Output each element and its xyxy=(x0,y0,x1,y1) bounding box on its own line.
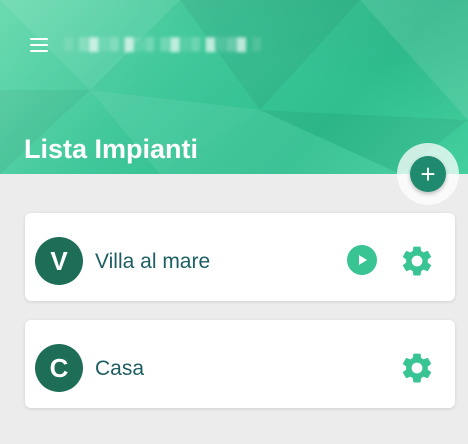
avatar: V xyxy=(35,237,83,285)
play-icon xyxy=(359,255,367,265)
plus-icon: + xyxy=(420,159,436,189)
play-button[interactable] xyxy=(347,245,377,275)
page-title: Lista Impianti xyxy=(24,134,199,164)
gear-icon[interactable] xyxy=(399,243,435,279)
gear-icon[interactable] xyxy=(399,350,435,386)
add-impianto-button[interactable]: + xyxy=(410,156,446,192)
impianto-card-casa[interactable]: C Casa xyxy=(25,320,455,408)
impianto-card-villa[interactable]: V Villa al mare xyxy=(25,213,455,301)
app-header: ░ ▒▓░▒ ▓░▒ ▒▓░▒ ▓░▒▓ ░ Lista Impianti xyxy=(0,0,468,174)
menu-icon[interactable] xyxy=(30,38,48,52)
avatar: C xyxy=(35,344,83,392)
impianto-name: Villa al mare xyxy=(95,250,211,273)
impianto-name: Casa xyxy=(95,357,145,380)
app-subtitle: ░ ▒▓░▒ ▓░▒ ▒▓░▒ ▓░▒▓ ░ xyxy=(64,36,262,51)
